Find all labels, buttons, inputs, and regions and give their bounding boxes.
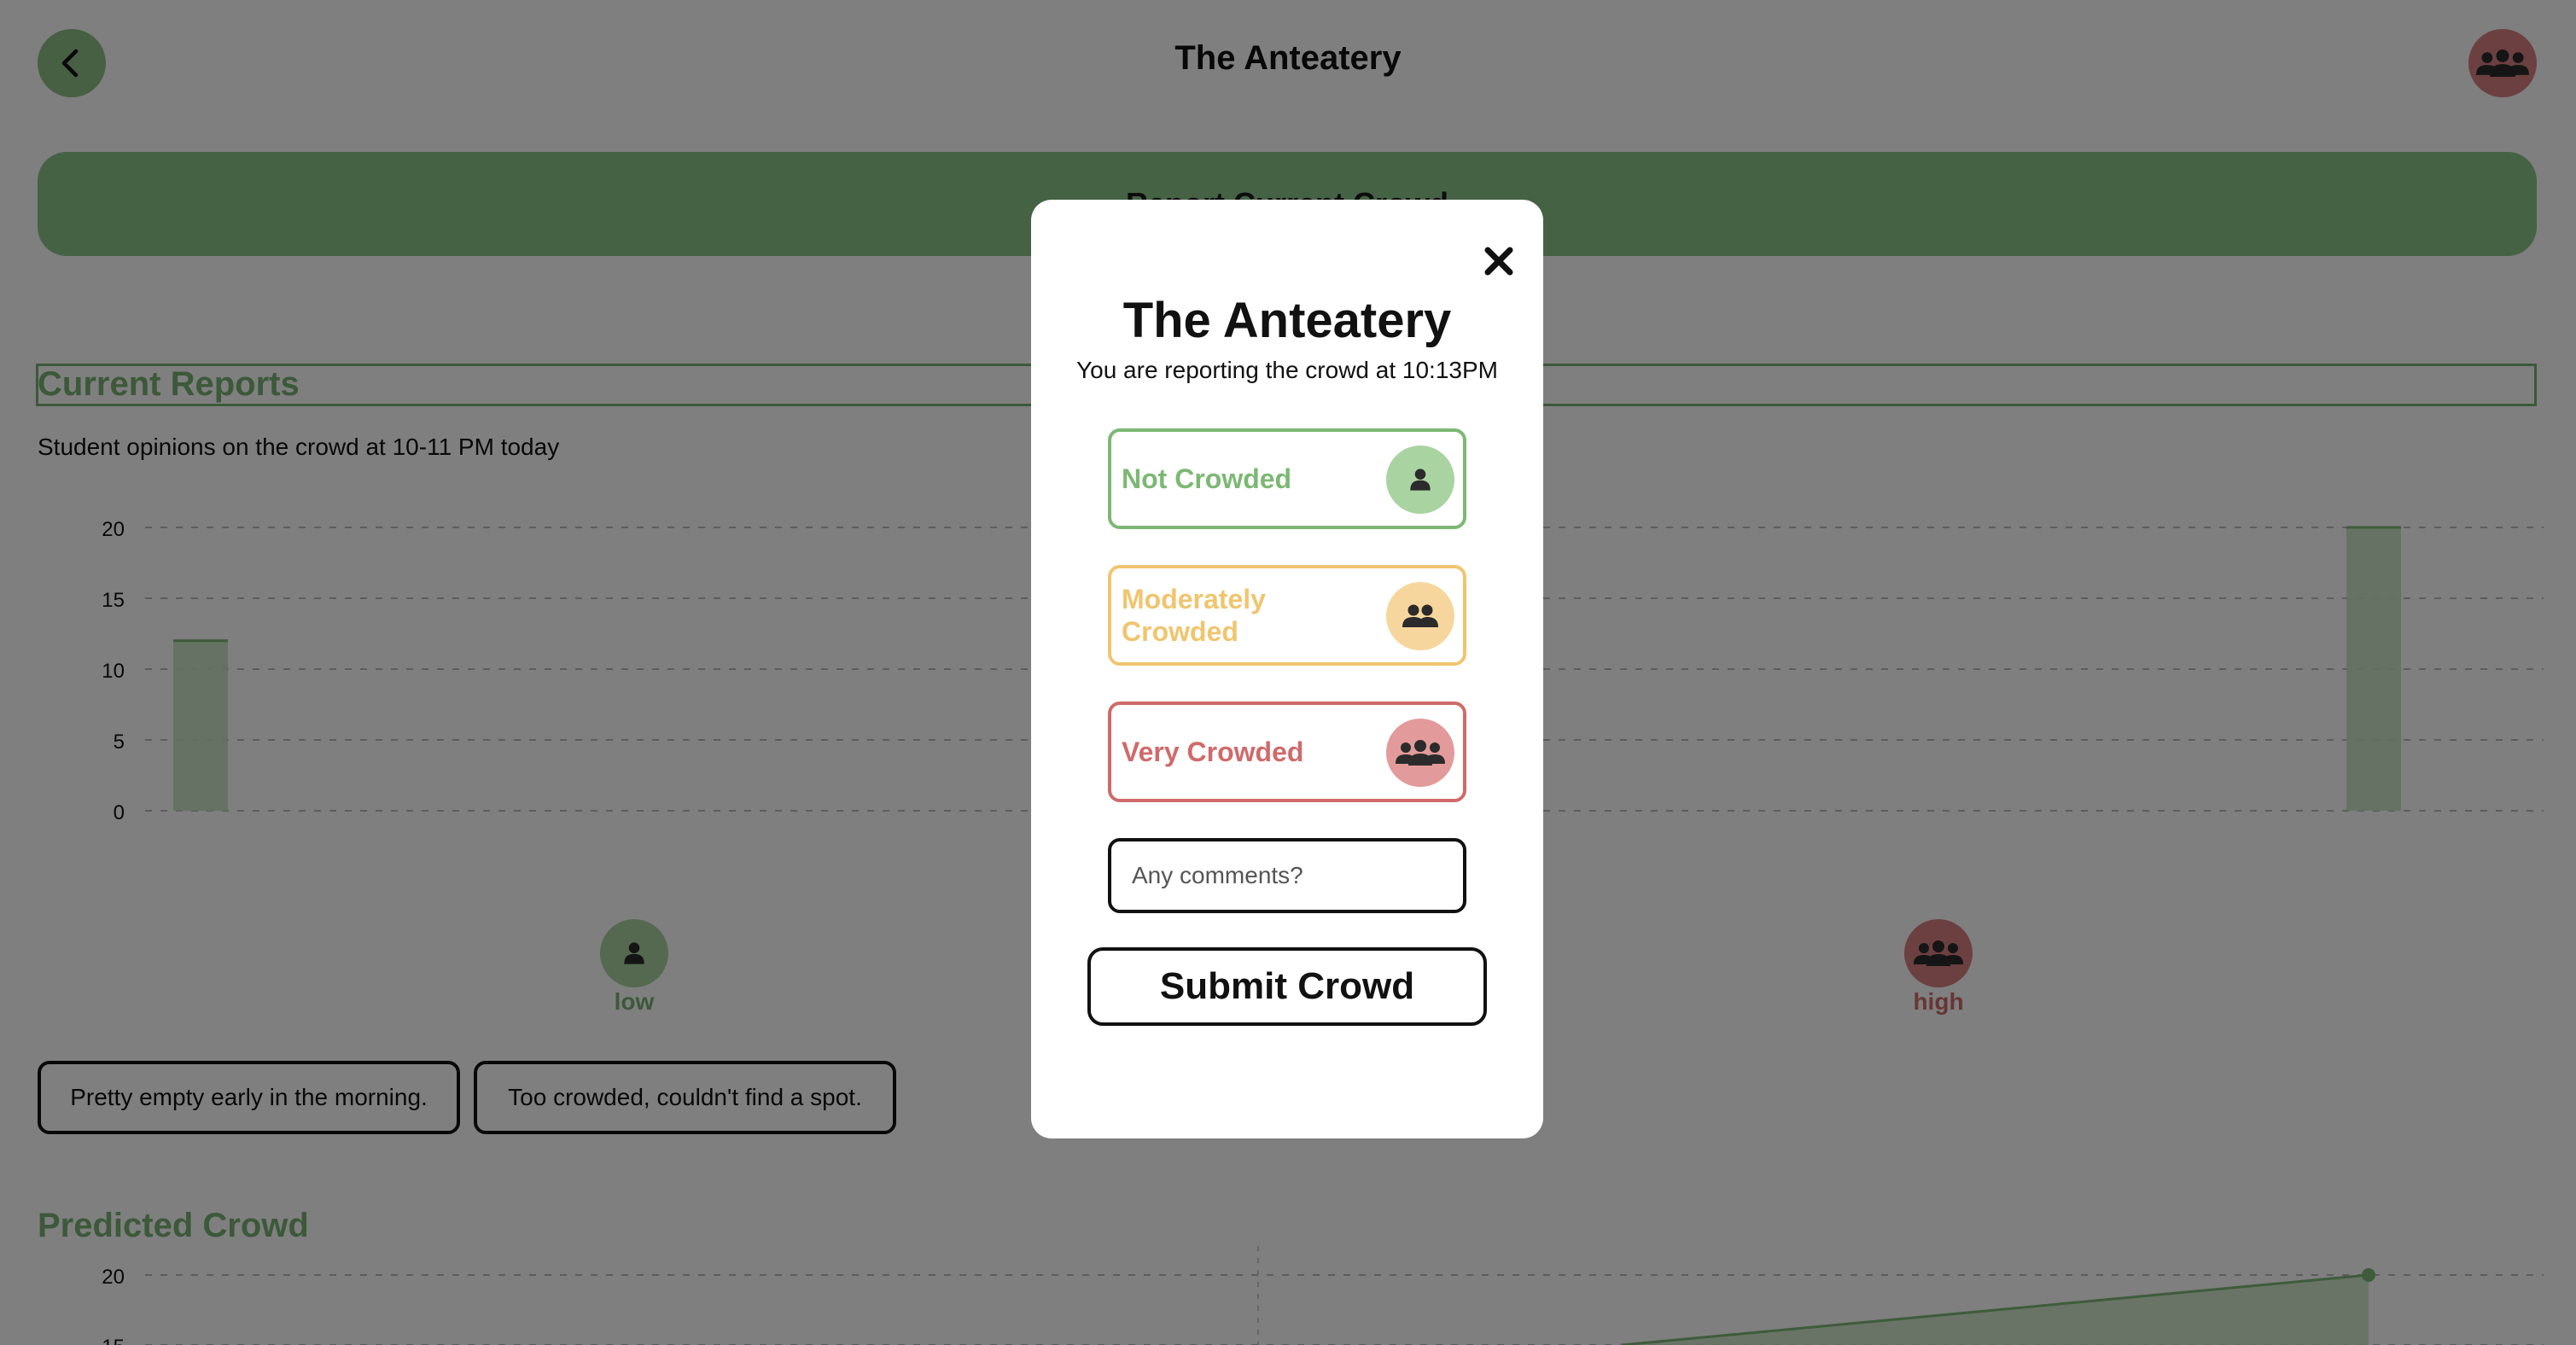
person-icon [1405, 464, 1436, 495]
option-moderately-crowded[interactable]: Moderately Crowded [1108, 565, 1466, 666]
people-pair-icon [1400, 599, 1441, 633]
option-label: Not Crowded [1122, 463, 1292, 494]
modal-title: The Anteatery [1122, 293, 1452, 348]
option-very-crowded[interactable]: Very Crowded [1108, 702, 1466, 802]
modal-subtitle: You are reporting the crowd at 10:13PM [1076, 357, 1498, 383]
comments-input[interactable] [1108, 838, 1466, 913]
option-label: Moderately Crowded [1122, 584, 1266, 647]
option-label: Very Crowded [1122, 737, 1304, 767]
option-icon-badge [1386, 445, 1454, 514]
option-icon-badge [1386, 582, 1454, 650]
people-group-icon [1395, 736, 1446, 770]
option-icon-badge [1386, 719, 1454, 787]
close-icon [1484, 247, 1513, 276]
close-button[interactable] [1470, 232, 1528, 290]
option-not-crowded[interactable]: Not Crowded [1108, 428, 1466, 529]
report-crowd-modal: The Anteatery You are reporting the crow… [1031, 200, 1543, 1138]
submit-crowd-button[interactable]: Submit Crowd [1087, 947, 1487, 1026]
